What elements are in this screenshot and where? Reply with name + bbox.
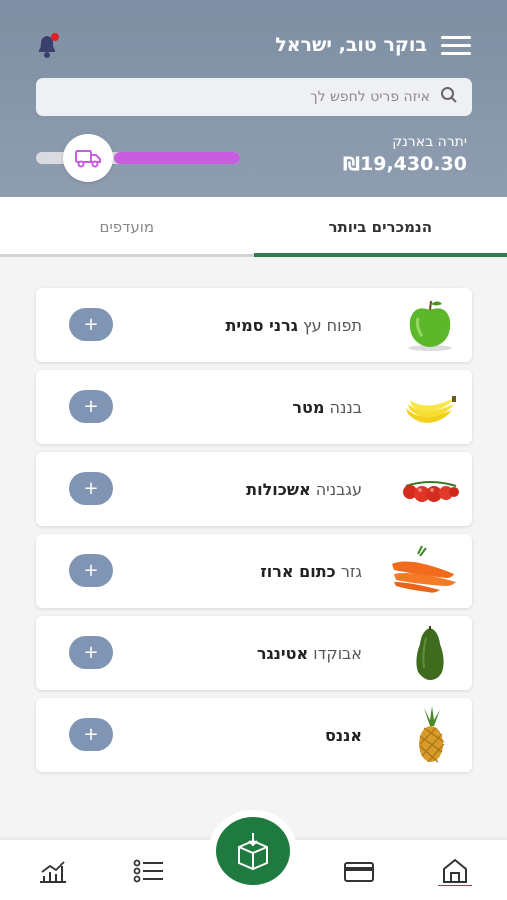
hamburger-menu-icon[interactable]: [441, 36, 471, 58]
product-item[interactable]: בננה מטר +: [36, 370, 472, 444]
delivery-truck-icon[interactable]: [63, 134, 113, 182]
home-icon[interactable]: [438, 856, 472, 887]
banana-image: [400, 378, 460, 436]
green-apple-image: [400, 296, 460, 354]
avocado-image: [400, 624, 460, 682]
carrot-image: [392, 542, 460, 600]
product-item[interactable]: אננס +: [36, 698, 472, 772]
add-to-cart-button[interactable]: +: [69, 308, 113, 341]
product-item[interactable]: אבוקדו אטינגר +: [36, 616, 472, 690]
app-header: בוקר טוב, ישראל יתרה בארנק ₪19,430.30: [0, 0, 507, 197]
box-download-icon[interactable]: [216, 817, 290, 885]
product-name: אננס: [324, 726, 362, 745]
tab-best-sellers[interactable]: הנמכרים ביותר: [253, 197, 507, 257]
add-to-cart-button[interactable]: +: [69, 390, 113, 423]
greeting-text: בוקר טוב, ישראל: [275, 34, 427, 56]
add-to-cart-button[interactable]: +: [69, 472, 113, 505]
product-name: תפוח עץ גרני סמית: [225, 316, 362, 335]
product-name: גזר כתום ארוז: [260, 562, 362, 581]
search-icon: [440, 86, 458, 108]
search-input[interactable]: [36, 78, 430, 116]
tomato-cluster-image: [400, 460, 460, 518]
fab-container: [209, 810, 297, 890]
add-to-cart-button[interactable]: +: [69, 554, 113, 587]
add-to-cart-button[interactable]: +: [69, 718, 113, 751]
wallet-balance-label: יתרה בארנק: [392, 134, 467, 150]
delivery-progress-fill: [113, 152, 240, 164]
product-list: תפוח עץ גרני סמית + בננה מטר + עגבניה אש…: [36, 288, 472, 780]
wallet-balance-value: ₪19,430.30: [342, 153, 467, 175]
product-name: אבוקדו אטינגר: [256, 644, 362, 663]
product-item[interactable]: גזר כתום ארוז +: [36, 534, 472, 608]
product-item[interactable]: עגבניה אשכולות +: [36, 452, 472, 526]
pineapple-image: [400, 706, 460, 764]
card-icon[interactable]: [342, 856, 376, 886]
list-icon[interactable]: [131, 856, 165, 886]
product-name: עגבניה אשכולות: [246, 480, 362, 499]
chart-icon[interactable]: [36, 856, 70, 886]
add-to-cart-button[interactable]: +: [69, 636, 113, 669]
product-item[interactable]: תפוח עץ גרני סמית +: [36, 288, 472, 362]
product-name: בננה מטר: [292, 398, 362, 417]
notification-bell-icon[interactable]: [33, 31, 63, 61]
tab-favorites[interactable]: מועדפים: [0, 197, 254, 257]
tab-bar: הנמכרים ביותר מועדפים: [0, 197, 507, 257]
search-bar[interactable]: [36, 78, 472, 116]
